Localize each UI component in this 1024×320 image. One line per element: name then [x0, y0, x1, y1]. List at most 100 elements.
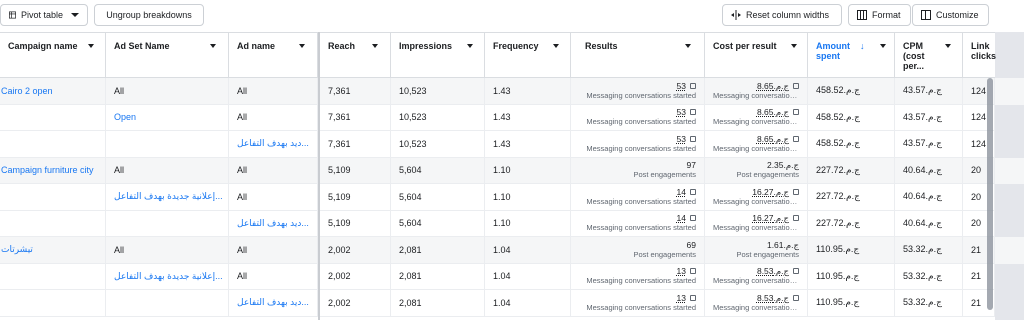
cpr-value-line: 16.27ج.م.‏: [752, 187, 799, 197]
chevron-down-icon[interactable]: [463, 39, 477, 53]
cell-reach: 7,361: [320, 104, 391, 131]
results-value: 53: [676, 80, 686, 91]
table-row[interactable]: تيشرتات All All 2,002 2,081 1.04 69 Post engage…: [0, 237, 1024, 264]
link-text: 20: [971, 218, 982, 229]
info-icon[interactable]: [793, 268, 799, 275]
header-cost-per-result[interactable]: Cost per result: [705, 32, 808, 78]
info-icon[interactable]: [690, 82, 696, 89]
cell-amount: 227.72ج.م.‏: [808, 184, 895, 211]
pivot-label: Pivot table: [20, 10, 63, 20]
adset-text[interactable]: إعلانية جديدة بهدف التفاعل...: [114, 191, 223, 202]
info-icon[interactable]: [793, 135, 799, 142]
table-row[interactable]: ديد بهدف التفاعل... 5,109 5,604 1.10 14 Messa…: [0, 210, 1024, 237]
cell-campaign: Cairo 2 open: [0, 78, 106, 105]
campaign-text[interactable]: Campaign furniture city: [1, 165, 94, 175]
chevron-down-icon[interactable]: [368, 39, 382, 53]
header-label: Campaign name: [8, 41, 78, 51]
cpr-value-line: 16.27ج.م.‏: [752, 213, 799, 223]
link-text: 21: [971, 271, 982, 282]
adname-text[interactable]: ديد بهدف التفاعل...: [237, 138, 309, 149]
cell-impressions: 5,604: [391, 157, 485, 184]
cell-adset: All: [106, 157, 229, 184]
table-row[interactable]: Campaign furniture city All All 5,109 5,604 1…: [0, 157, 1024, 184]
header-cpm[interactable]: CPM (cost per...: [895, 32, 963, 78]
header-label-line: CPM: [903, 41, 923, 51]
info-icon[interactable]: [690, 268, 696, 275]
header-label: Ad Set Name: [114, 41, 170, 51]
sort-descending-icon[interactable]: ↓: [860, 41, 865, 51]
table-row[interactable]: إعلانية جديدة بهدف التفاعل... All 5,109 5,6…: [0, 184, 1024, 211]
info-icon[interactable]: [690, 135, 696, 142]
table-row[interactable]: ديد بهدف التفاعل... 7,361 10,523 1.43 53 Mess…: [0, 131, 1024, 158]
cpm-text: 40.64ج.م.‏: [903, 191, 942, 202]
cpm-text: 53.32ج.م.‏: [903, 297, 942, 308]
frequency-text: 1.10: [493, 165, 511, 176]
cell-amount: 458.52ج.م.‏: [808, 104, 895, 131]
cpr-value: 16.27ج.م.‏: [752, 186, 789, 197]
adset-text[interactable]: Open: [114, 112, 136, 122]
header-results[interactable]: Results: [571, 32, 705, 78]
cpr-value-line: 8.65ج.م.‏: [757, 134, 799, 144]
cpr-subtitle: Messaging conversation...: [713, 302, 799, 312]
info-icon[interactable]: [690, 215, 696, 222]
info-icon[interactable]: [690, 188, 696, 195]
chevron-down-icon[interactable]: [876, 39, 890, 53]
chevron-down-icon[interactable]: [941, 39, 955, 53]
info-icon[interactable]: [690, 294, 696, 301]
info-icon[interactable]: [793, 215, 799, 222]
chevron-down-icon[interactable]: [549, 39, 563, 53]
chevron-down-icon[interactable]: [206, 39, 220, 53]
pivot-table-dropdown[interactable]: Pivot table: [0, 4, 88, 26]
header-link-clicks[interactable]: Link clicks: [963, 32, 996, 78]
cell-cpr: 16.27ج.م.‏ Messaging conversation...: [705, 210, 808, 237]
table-row[interactable]: إعلانية جديدة بهدف التفاعل... All 2,002 2,0…: [0, 263, 1024, 290]
frequency-text: 1.04: [493, 297, 511, 308]
table-row[interactable]: ديد بهدف التفاعل... 2,002 2,081 1.04 13 Messa…: [0, 290, 1024, 317]
table-format-icon: [857, 10, 867, 20]
header-ad-set-name[interactable]: Ad Set Name: [106, 32, 229, 78]
cell-adname: ديد بهدف التفاعل...: [229, 290, 318, 317]
cell-campaign: [0, 263, 106, 290]
adname-text[interactable]: ديد بهدف التفاعل...: [237, 297, 309, 308]
info-icon[interactable]: [793, 82, 799, 89]
table-row[interactable]: Cairo 2 open All All 7,361 10,523 1.43 53 Messa…: [0, 78, 1024, 105]
amount-text: 110.95ج.م.‏: [816, 244, 860, 255]
frozen-column-divider[interactable]: [318, 32, 320, 320]
info-icon[interactable]: [793, 294, 799, 301]
campaign-text[interactable]: Cairo 2 open: [1, 86, 53, 96]
vertical-scrollbar[interactable]: [987, 78, 993, 310]
info-icon[interactable]: [793, 109, 799, 116]
header-frequency[interactable]: Frequency: [485, 32, 571, 78]
cpr-value: 8.65ج.م.‏: [756, 80, 789, 91]
adname-text[interactable]: ديد بهدف التفاعل...: [237, 218, 309, 229]
info-icon[interactable]: [793, 188, 799, 195]
customize-button[interactable]: Customize: [912, 4, 989, 26]
format-button[interactable]: Format: [848, 4, 911, 26]
cell-impressions: 10,523: [391, 78, 485, 105]
header-ad-name[interactable]: Ad name: [229, 32, 318, 78]
reset-column-widths-button[interactable]: Reset column widths: [722, 4, 842, 26]
results-value-line: 14: [677, 213, 696, 223]
cell-amount: 110.95ج.م.‏: [808, 263, 895, 290]
header-campaign-name[interactable]: Campaign name: [0, 32, 106, 78]
table-row[interactable]: Open All 7,361 10,523 1.43 53 Messaging conver…: [0, 104, 1024, 131]
cell-amount: 110.95ج.م.‏: [808, 290, 895, 317]
adset-text: All: [114, 85, 125, 96]
chevron-down-icon[interactable]: [84, 39, 98, 53]
header-reach[interactable]: Reach: [320, 32, 391, 78]
cell-frequency: 1.43: [485, 104, 571, 131]
chevron-down-icon[interactable]: [295, 39, 309, 53]
campaign-text[interactable]: تيشرتات: [1, 244, 33, 255]
info-icon[interactable]: [690, 109, 696, 116]
cpm-text: 53.32ج.م.‏: [903, 244, 942, 255]
ungroup-breakdowns-button[interactable]: Ungroup breakdowns: [94, 4, 204, 26]
adset-text[interactable]: إعلانية جديدة بهدف التفاعل...: [114, 271, 223, 282]
cell-cpr: 8.53ج.م.‏ Messaging conversation...: [705, 290, 808, 317]
header-amount-spent[interactable]: Amount spent ↓: [808, 32, 895, 78]
header-impressions[interactable]: Impressions: [391, 32, 485, 78]
chevron-down-icon[interactable]: [787, 39, 801, 53]
cpr-subtitle: Post engagements: [736, 249, 799, 259]
cell-campaign: Campaign furniture city: [0, 157, 106, 184]
chevron-down-icon[interactable]: [681, 39, 695, 53]
results-stack: 97 Post engagements: [579, 160, 696, 180]
